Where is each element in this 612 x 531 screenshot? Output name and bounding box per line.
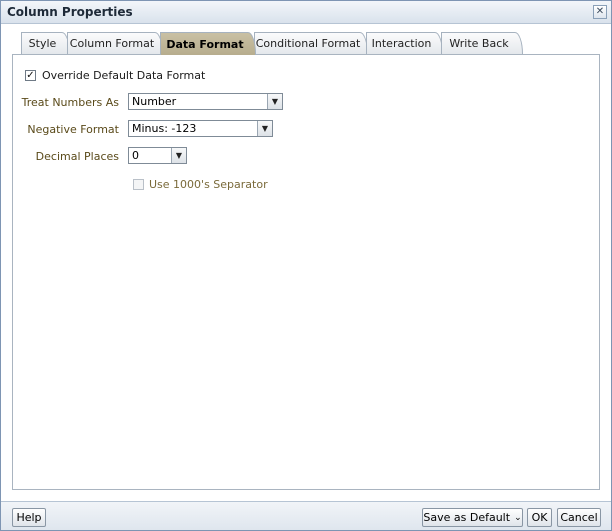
close-button[interactable]: ✕ <box>593 5 607 19</box>
decimal-places-value: 0 <box>132 149 139 162</box>
negative-format-select[interactable]: Minus: -123 ▼ <box>128 120 273 137</box>
cancel-button[interactable]: Cancel <box>557 508 601 527</box>
save-as-default-button[interactable]: Save as Default ⌄ <box>422 508 523 527</box>
treat-numbers-select[interactable]: Number ▼ <box>128 93 283 110</box>
ok-button[interactable]: OK <box>527 508 552 527</box>
separator-checkbox[interactable] <box>133 179 144 190</box>
tab-column-format[interactable]: Column Format <box>67 32 163 54</box>
dropdown-arrow-icon: ▼ <box>267 94 282 109</box>
treat-numbers-value: Number <box>132 95 177 108</box>
chevron-down-icon: ⌄ <box>514 512 522 523</box>
help-button[interactable]: Help <box>12 508 46 527</box>
dialog-title: Column Properties <box>7 5 133 19</box>
dropdown-arrow-icon: ▼ <box>257 121 272 136</box>
tab-panel <box>12 54 600 490</box>
negative-format-value: Minus: -123 <box>132 122 197 135</box>
treat-numbers-label: Treat Numbers As <box>21 96 119 109</box>
tab-conditional-format[interactable]: Conditional Format <box>254 32 368 54</box>
checkmark-icon: ✓ <box>26 69 35 81</box>
tab-interaction[interactable]: Interaction <box>366 32 443 54</box>
decimal-places-label: Decimal Places <box>35 150 119 163</box>
tab-data-format[interactable]: Data Format <box>160 32 256 55</box>
override-checkbox[interactable]: ✓ <box>25 70 36 81</box>
tab-strip: Style Column Format Data Format Conditio… <box>21 32 601 55</box>
negative-format-label: Negative Format <box>27 123 119 136</box>
column-properties-dialog: Column Properties ✕ Style Column Format … <box>0 0 612 531</box>
override-label: Override Default Data Format <box>42 69 206 82</box>
tab-style[interactable]: Style <box>21 32 70 54</box>
tab-write-back[interactable]: Write Back <box>441 32 523 54</box>
close-icon: ✕ <box>595 6 605 17</box>
separator-row: Use 1000's Separator <box>133 178 268 191</box>
override-row: ✓ Override Default Data Format <box>25 69 205 82</box>
decimal-places-select[interactable]: 0 ▼ <box>128 147 187 164</box>
title-bar: Column Properties ✕ <box>1 1 611 24</box>
dropdown-arrow-icon: ▼ <box>171 148 186 163</box>
save-as-default-label: Save as Default <box>423 511 511 524</box>
dialog-footer: Help Save as Default ⌄ OK Cancel <box>1 501 611 530</box>
separator-label: Use 1000's Separator <box>149 178 268 191</box>
